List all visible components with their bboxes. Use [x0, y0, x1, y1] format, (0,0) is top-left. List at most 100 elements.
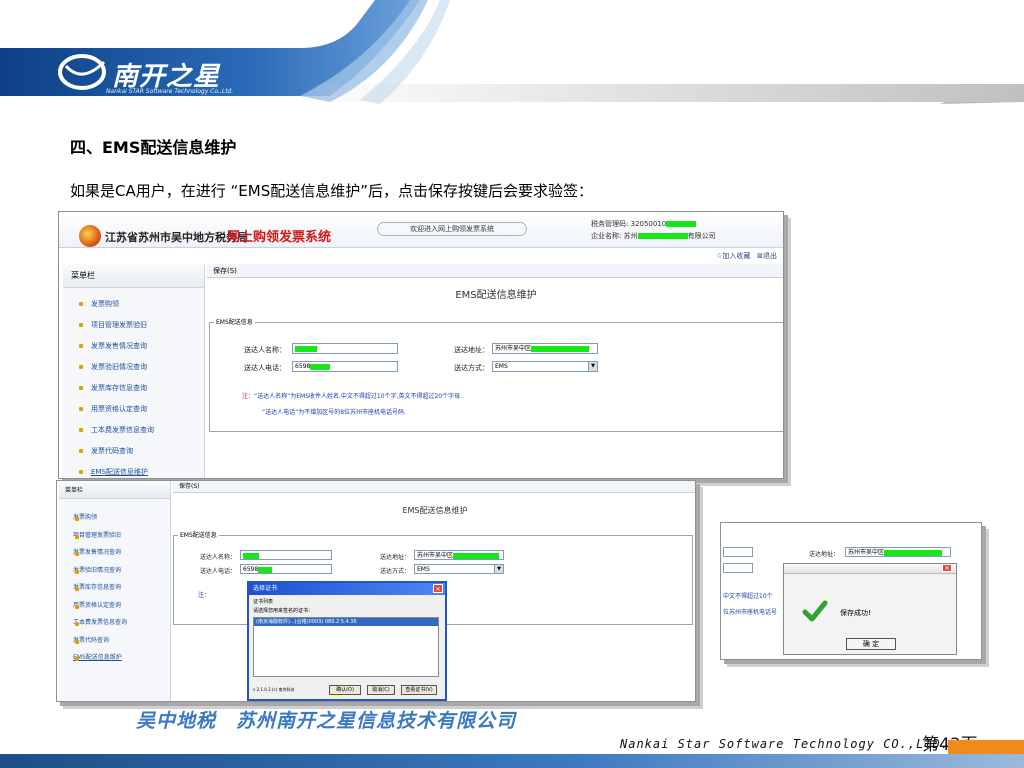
cert-hint: 请选择您用来签名的证书： [253, 608, 314, 614]
recipient-phone-input[interactable]: 6598 [292, 361, 398, 372]
slide-header: 南开之星 Nankai STAR Software Technology Co.… [0, 0, 1024, 110]
main-content: 保存(S) EMS配送信息维护 EMS配送信息 送达人名称： 送达人电话： 65… [207, 264, 783, 478]
redacted-mark [637, 233, 688, 239]
note-line-2: “送达人电话”为不增加区号的8位苏州市座机电话号码. [262, 409, 406, 416]
note-line-1: 注：“送达人名称”为EMS收件人姓名,中文不得超过10个字,英文不得超过20个字… [242, 391, 462, 400]
page-prefix: 第 [922, 735, 939, 755]
save-button[interactable]: 保存(S) [179, 483, 200, 490]
main-content: 保存(S) EMS配送信息维护 EMS配送信息 送达人名称： 送达人电话： 65… [173, 481, 695, 701]
address-input[interactable]: 苏州市吴中区 [414, 550, 504, 560]
footer-accent-bar [948, 740, 1024, 754]
sidebar-item-project-verify[interactable]: 项目管理发票验旧 [63, 315, 204, 336]
address-input[interactable]: 苏州市吴中区 [845, 547, 951, 557]
redacted-mark [310, 363, 331, 370]
sidebar-item-stock-query[interactable]: 发票库存信息查询 [59, 579, 170, 597]
sidebar-item-invoice-purchase[interactable]: 发票购领 [59, 509, 170, 527]
sidebar-item-ems-delivery[interactable]: EMS配送信息维护 [63, 462, 204, 478]
tax-info: 税务管理码: 32050010 企业名称: 苏州 有限公司 [591, 218, 716, 242]
redacted-mark [295, 345, 317, 352]
checkmark-icon [802, 600, 828, 622]
footer-english-name: Nankai Star Software Technology CO.,LTD. [620, 737, 949, 751]
cert-cancel-button[interactable]: 取消(C) [367, 685, 395, 695]
cert-list[interactable]: (南京海融软件)...(合格)0003) 080.2.5.4.36 [253, 617, 439, 698]
sidebar-item-fee-query[interactable]: 工本费发票信息查询 [59, 614, 170, 632]
address-value: 苏州市吴中区 [848, 549, 885, 556]
add-favorite-link[interactable]: ☆加入收藏 [716, 252, 750, 260]
redacted-mark [453, 552, 500, 559]
recipient-name-input[interactable] [240, 550, 332, 560]
redacted-mark [243, 552, 259, 559]
method-value: EMS [417, 566, 430, 573]
address-label: 送达地址： [380, 554, 411, 561]
redacted-mark [666, 221, 697, 227]
note-prefix: 注： [242, 393, 255, 400]
cert-ok-button[interactable]: 确认(O) [329, 685, 361, 695]
sidebar-item-code-query[interactable]: 发票代码查询 [63, 441, 204, 462]
method-select[interactable]: EMS ▼ [414, 564, 504, 574]
note-line-1-text: “送达人名称”为EMS收件人姓名,中文不得超过10个字,英文不得超过20个字母. [254, 393, 463, 400]
save-success-dialog: ✕ 保存成功! 确 定 [783, 563, 957, 655]
screenshot-save-success: 送达地址： 苏州市吴中区 中文不得超过10个 位苏州市座机电话号 ✕ 保存成功!… [720, 522, 982, 660]
menu-title: 菜单栏 [59, 481, 170, 499]
fieldset-legend: EMS配送信息 [178, 530, 219, 539]
sidebar-menu: 菜单栏 发票购领 项目管理发票验旧 发票发售情况查询 发票验旧情况查询 发票库存… [59, 481, 171, 701]
method-label: 送达方式： [454, 364, 489, 372]
cert-select-dialog: 选择证书 ✕ 证书列表 请选择您用来签名的证书： (南京海融软件)...(合格)… [247, 581, 447, 701]
header-gray-band [300, 84, 1024, 102]
form-title: EMS配送信息维护 [455, 290, 537, 301]
method-label: 送达方式： [380, 568, 411, 575]
footer-company-name: 吴中地税 苏州南开之星信息技术有限公司 [136, 710, 517, 732]
recipient-phone-input[interactable]: 6598 [240, 564, 332, 574]
phone-value: 6598 [243, 566, 259, 573]
exit-link[interactable]: ⊠退出 [757, 252, 777, 260]
system-name: 网上购领发票系统 [227, 230, 332, 245]
redacted-mark [884, 549, 943, 556]
recipient-phone-label: 送达人电话： [200, 568, 237, 575]
sidebar-item-sale-query[interactable]: 发票发售情况查询 [59, 544, 170, 562]
slide-body-text: 如果是CA用户，在进行 “EMS配送信息维护”后，点击保存按键后会要求验签： [70, 182, 593, 200]
sidebar-item-fee-query[interactable]: 工本费发票信息查询 [63, 420, 204, 441]
recipient-name-label: 送达人名称： [200, 554, 237, 561]
system-banner: 江苏省苏州市吴中地方税务局 网上购领发票系统 欢迎进入网上购领发票系统 税务管理… [59, 212, 783, 248]
company-logo-subtitle: Nankai STAR Software Technology Co.,Ltd. [106, 88, 234, 95]
method-select[interactable]: EMS ▼ [492, 361, 598, 372]
sidebar-item-verify-query[interactable]: 发票验旧情况查询 [59, 562, 170, 580]
phone-value: 6598 [295, 363, 311, 370]
view-cert-button[interactable]: 查看证书(V) [401, 685, 437, 695]
screenshot-cert-select: 菜单栏 发票购领 项目管理发票验旧 发票发售情况查询 发票验旧情况查询 发票库存… [56, 480, 696, 702]
chevron-down-icon: ▼ [588, 362, 597, 371]
footer-bar [0, 754, 1024, 768]
ok-button[interactable]: 确 定 [846, 638, 896, 650]
header-links: ☆加入收藏 ⊠退出 [716, 251, 777, 261]
company-label: 企业名称: [591, 232, 622, 240]
save-button[interactable]: 保存(S) [213, 267, 237, 275]
dialog-titlebar: ✕ [784, 564, 956, 574]
close-icon[interactable]: ✕ [433, 584, 443, 593]
tax-code-label: 税务管理码: 32050010 [591, 220, 667, 228]
ems-fieldset: EMS配送信息 送达人名称： 送达人电话： 6598 送达地址： 苏州市吴中区 … [209, 317, 783, 432]
sidebar-item-ems-delivery[interactable]: EMS配送信息维护 [59, 649, 170, 667]
note-prefix: 注： [198, 592, 211, 599]
fieldset-legend: EMS配送信息 [214, 317, 255, 326]
redacted-mark [258, 566, 273, 573]
close-icon[interactable]: ✕ [942, 564, 952, 572]
screenshot-ems-form: 江苏省苏州市吴中地方税务局 网上购领发票系统 欢迎进入网上购领发票系统 税务管理… [58, 211, 784, 479]
cert-row-selected[interactable]: (南京海融软件)...(合格)0003) 080.2.5.4.36 [254, 618, 438, 626]
sidebar-item-invoice-purchase[interactable]: 发票购领 [63, 294, 204, 315]
background-input [723, 547, 753, 557]
menu-title: 菜单栏 [63, 264, 204, 288]
sidebar-item-stock-query[interactable]: 发票库存信息查询 [63, 378, 204, 399]
recipient-name-input[interactable] [292, 343, 398, 354]
sidebar-item-code-query[interactable]: 发票代码查询 [59, 632, 170, 650]
dialog-title-text: 选择证书 [253, 585, 278, 592]
slide-title: 四、EMS配送信息维护 [70, 138, 237, 157]
sidebar-item-sale-query[interactable]: 发票发售情况查询 [63, 336, 204, 357]
address-value: 苏州市吴中区 [417, 552, 454, 559]
form-title: EMS配送信息维护 [402, 506, 468, 515]
sidebar-item-verify-query[interactable]: 发票验旧情况查询 [63, 357, 204, 378]
address-input[interactable]: 苏州市吴中区 [492, 343, 598, 354]
sidebar-item-qualification-query[interactable]: 用票资格认定查询 [59, 597, 170, 615]
sidebar-item-project-verify[interactable]: 项目管理发票验旧 [59, 527, 170, 545]
sidebar-item-qualification-query[interactable]: 用票资格认定查询 [63, 399, 204, 420]
recipient-name-label: 送达人名称： [244, 346, 286, 354]
